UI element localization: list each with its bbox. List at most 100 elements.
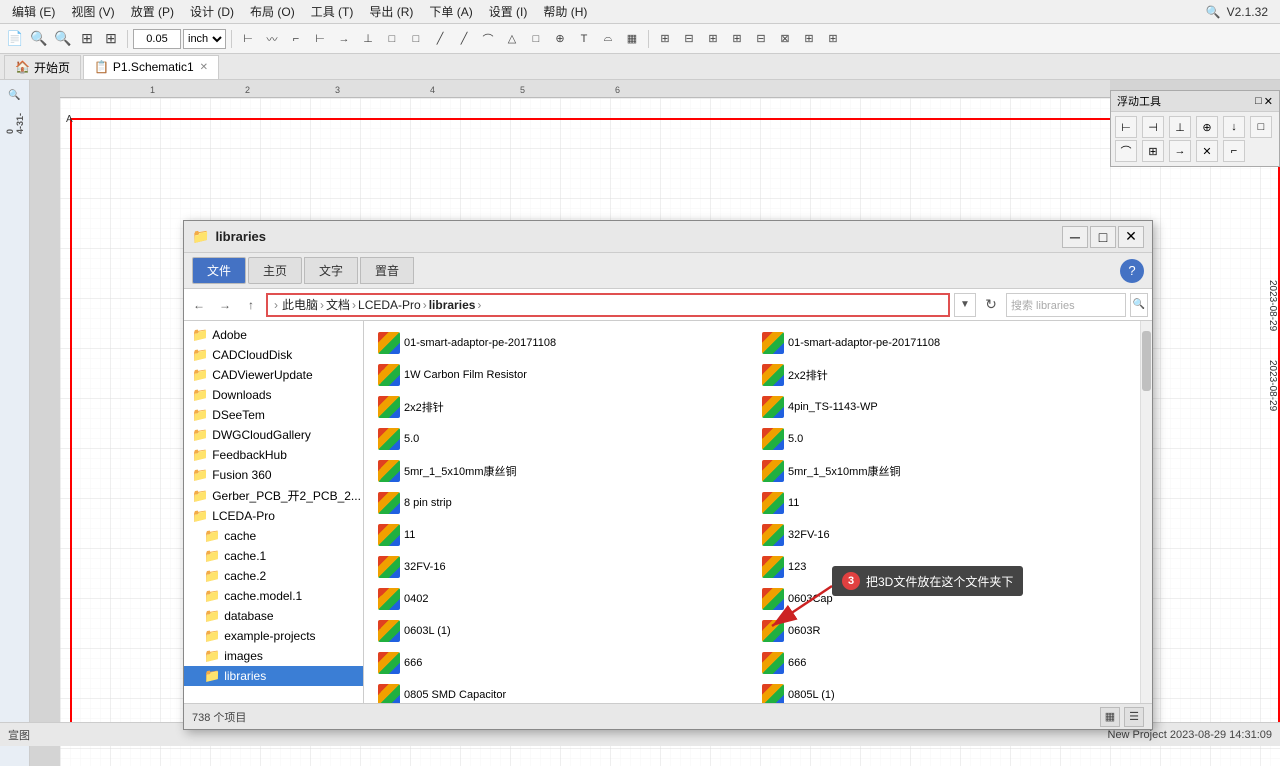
fp-btn-3[interactable]: ⊥ bbox=[1169, 116, 1191, 138]
float-panel-close[interactable]: ✕ bbox=[1264, 95, 1273, 108]
menu-item-tools[interactable]: 工具 (T) bbox=[303, 1, 362, 22]
menu-item-export[interactable]: 导出 (R) bbox=[361, 1, 421, 22]
addr-part-4[interactable]: libraries bbox=[429, 298, 476, 312]
tool-10[interactable]: ╱ bbox=[453, 28, 475, 50]
grid-value-input[interactable] bbox=[133, 29, 181, 49]
fp-btn-7[interactable]: ⌒ bbox=[1115, 140, 1137, 162]
tool-9[interactable]: ╱ bbox=[429, 28, 451, 50]
dialog-tab-file[interactable]: 文件 bbox=[192, 257, 246, 284]
rtool-1[interactable]: ⊞ bbox=[654, 28, 676, 50]
tree-item-fusion[interactable]: 📁 Fusion 360 bbox=[184, 465, 363, 485]
fp-btn-2[interactable]: ⊣ bbox=[1142, 116, 1164, 138]
forward-btn[interactable]: → bbox=[214, 294, 236, 316]
tree-item-feedback[interactable]: 📁 FeedbackHub bbox=[184, 445, 363, 465]
tool-8[interactable]: □ bbox=[405, 28, 427, 50]
menu-item-layout[interactable]: 布局 (O) bbox=[242, 1, 303, 22]
dialog-maximize-btn[interactable]: □ bbox=[1090, 226, 1116, 248]
fp-btn-10[interactable]: ✕ bbox=[1196, 140, 1218, 162]
tree-item-adobe[interactable]: 📁 Adobe bbox=[184, 325, 363, 345]
menu-item-settings[interactable]: 设置 (I) bbox=[481, 1, 536, 22]
back-btn[interactable]: ← bbox=[188, 294, 210, 316]
rtool-5[interactable]: ⊟ bbox=[750, 28, 772, 50]
fp-btn-11[interactable]: ⌐ bbox=[1223, 140, 1245, 162]
fp-btn-1[interactable]: ⊢ bbox=[1115, 116, 1137, 138]
tool-16[interactable]: ⌓ bbox=[597, 28, 619, 50]
search-icon[interactable]: 🔍 bbox=[1206, 5, 1221, 19]
rtool-2[interactable]: ⊟ bbox=[678, 28, 700, 50]
menu-item-place[interactable]: 放置 (P) bbox=[123, 1, 182, 22]
tool-5[interactable]: → bbox=[333, 28, 355, 50]
tool-14[interactable]: ⊕ bbox=[549, 28, 571, 50]
tool-3[interactable]: ⌐ bbox=[285, 28, 307, 50]
menu-item-design[interactable]: 设计 (D) bbox=[182, 1, 242, 22]
tree-item-cadcloud[interactable]: 📁 CADCloudDisk bbox=[184, 345, 363, 365]
grid-btn[interactable]: ⊞ bbox=[100, 28, 122, 50]
tree-item-gerber[interactable]: 📁 Gerber_PCB_开2_PCB_2... bbox=[184, 485, 363, 506]
tool-11[interactable]: ⌒ bbox=[477, 28, 499, 50]
rtool-8[interactable]: ⊞ bbox=[822, 28, 844, 50]
tab-schematic[interactable]: 📋 P1.Schematic1 ✕ bbox=[83, 55, 219, 79]
list-item-2x2b[interactable]: 2x2排针 bbox=[372, 393, 752, 421]
vertical-scrollbar[interactable] bbox=[1140, 321, 1152, 703]
dialog-help-btn[interactable]: ? bbox=[1120, 259, 1144, 283]
addr-part-3[interactable]: LCEDA-Pro bbox=[358, 298, 421, 312]
tool-1[interactable]: ⊢ bbox=[237, 28, 259, 50]
menu-item-view[interactable]: 视图 (V) bbox=[63, 1, 122, 22]
tree-item-cache2[interactable]: 📁 cache.2 bbox=[184, 566, 363, 586]
list-item-50a[interactable]: 5.0 bbox=[372, 425, 752, 453]
address-path-box[interactable]: › 此电脑 › 文档 › LCEDA-Pro › libraries › bbox=[266, 293, 950, 317]
rtool-4[interactable]: ⊞ bbox=[726, 28, 748, 50]
addr-refresh-btn[interactable]: ↻ bbox=[980, 294, 1002, 316]
tree-item-downloads[interactable]: 📁 Downloads bbox=[184, 385, 363, 405]
left-tool-2[interactable]: 4-31-0 bbox=[4, 112, 26, 134]
dialog-close-btn[interactable]: ✕ bbox=[1118, 226, 1144, 248]
list-item-2x2a[interactable]: 2x2排针 bbox=[756, 361, 1136, 389]
tool-6[interactable]: ⊥ bbox=[357, 28, 379, 50]
list-item-5mr-a[interactable]: 5mr_1_5x10mm康丝铜 bbox=[372, 457, 752, 485]
menu-item-help[interactable]: 帮助 (H) bbox=[535, 1, 595, 22]
fp-btn-4[interactable]: ⊕ bbox=[1196, 116, 1218, 138]
addr-part-1[interactable]: 此电脑 bbox=[282, 296, 318, 313]
tool-13[interactable]: □ bbox=[525, 28, 547, 50]
tree-item-database[interactable]: 📁 database bbox=[184, 606, 363, 626]
list-item-32fv16a[interactable]: 32FV-16 bbox=[756, 521, 1136, 549]
menu-item-edit[interactable]: 编辑 (E) bbox=[4, 1, 63, 22]
dialog-minimize-btn[interactable]: ─ bbox=[1062, 226, 1088, 248]
addr-dropdown-btn[interactable]: ▼ bbox=[954, 293, 976, 317]
rtool-6[interactable]: ⊠ bbox=[774, 28, 796, 50]
tool-7[interactable]: □ bbox=[381, 28, 403, 50]
unit-select[interactable]: inch mm bbox=[183, 29, 226, 49]
dialog-char-1[interactable]: 文字 bbox=[304, 257, 358, 284]
list-item-0805smd[interactable]: 0805 SMD Capacitor bbox=[372, 681, 752, 703]
tree-item-cadviewer[interactable]: 📁 CADViewerUpdate bbox=[184, 365, 363, 385]
list-item-8pin[interactable]: 8 pin strip bbox=[372, 489, 752, 517]
list-item-32fv16b[interactable]: 32FV-16 bbox=[372, 553, 752, 581]
zoom-out-btn[interactable]: 🔍 bbox=[28, 28, 50, 50]
fp-btn-8[interactable]: ⊞ bbox=[1142, 140, 1164, 162]
tree-item-dwg[interactable]: 📁 DWGCloudGallery bbox=[184, 425, 363, 445]
rtool-3[interactable]: ⊞ bbox=[702, 28, 724, 50]
tree-item-cache1[interactable]: 📁 cache.1 bbox=[184, 546, 363, 566]
tree-item-dseetem[interactable]: 📁 DSeeTem bbox=[184, 405, 363, 425]
list-item-carbon[interactable]: 1W Carbon Film Resistor bbox=[372, 361, 752, 389]
list-item-11a[interactable]: 11 bbox=[756, 489, 1136, 517]
tab-home[interactable]: 🏠 开始页 bbox=[4, 55, 81, 79]
rtool-7[interactable]: ⊞ bbox=[798, 28, 820, 50]
tool-15[interactable]: T bbox=[573, 28, 595, 50]
left-tool-1[interactable]: 🔍 bbox=[4, 84, 26, 106]
list-item-0805l[interactable]: 0805L (1) bbox=[756, 681, 1136, 703]
dialog-char-2[interactable]: 置音 bbox=[360, 257, 414, 284]
tool-17[interactable]: ▦ bbox=[621, 28, 643, 50]
list-item-4pin[interactable]: 4pin_TS-1143-WP bbox=[756, 393, 1136, 421]
tree-item-lceda[interactable]: 📁 LCEDA-Pro bbox=[184, 506, 363, 526]
tree-item-cachemodel[interactable]: 📁 cache.model.1 bbox=[184, 586, 363, 606]
scrollbar-thumb[interactable] bbox=[1142, 331, 1151, 391]
tree-item-cache[interactable]: 📁 cache bbox=[184, 526, 363, 546]
menu-item-order[interactable]: 下单 (A) bbox=[421, 1, 480, 22]
list-item-666b[interactable]: 666 bbox=[756, 649, 1136, 677]
list-item-smart1[interactable]: 01-smart-adaptor-pe-20171108 bbox=[372, 329, 752, 357]
list-view-btn[interactable]: ▦ bbox=[1100, 707, 1120, 727]
fp-btn-9[interactable]: → bbox=[1169, 140, 1191, 162]
list-item-0402[interactable]: 0402 bbox=[372, 585, 752, 613]
list-item-50b[interactable]: 5.0 bbox=[756, 425, 1136, 453]
